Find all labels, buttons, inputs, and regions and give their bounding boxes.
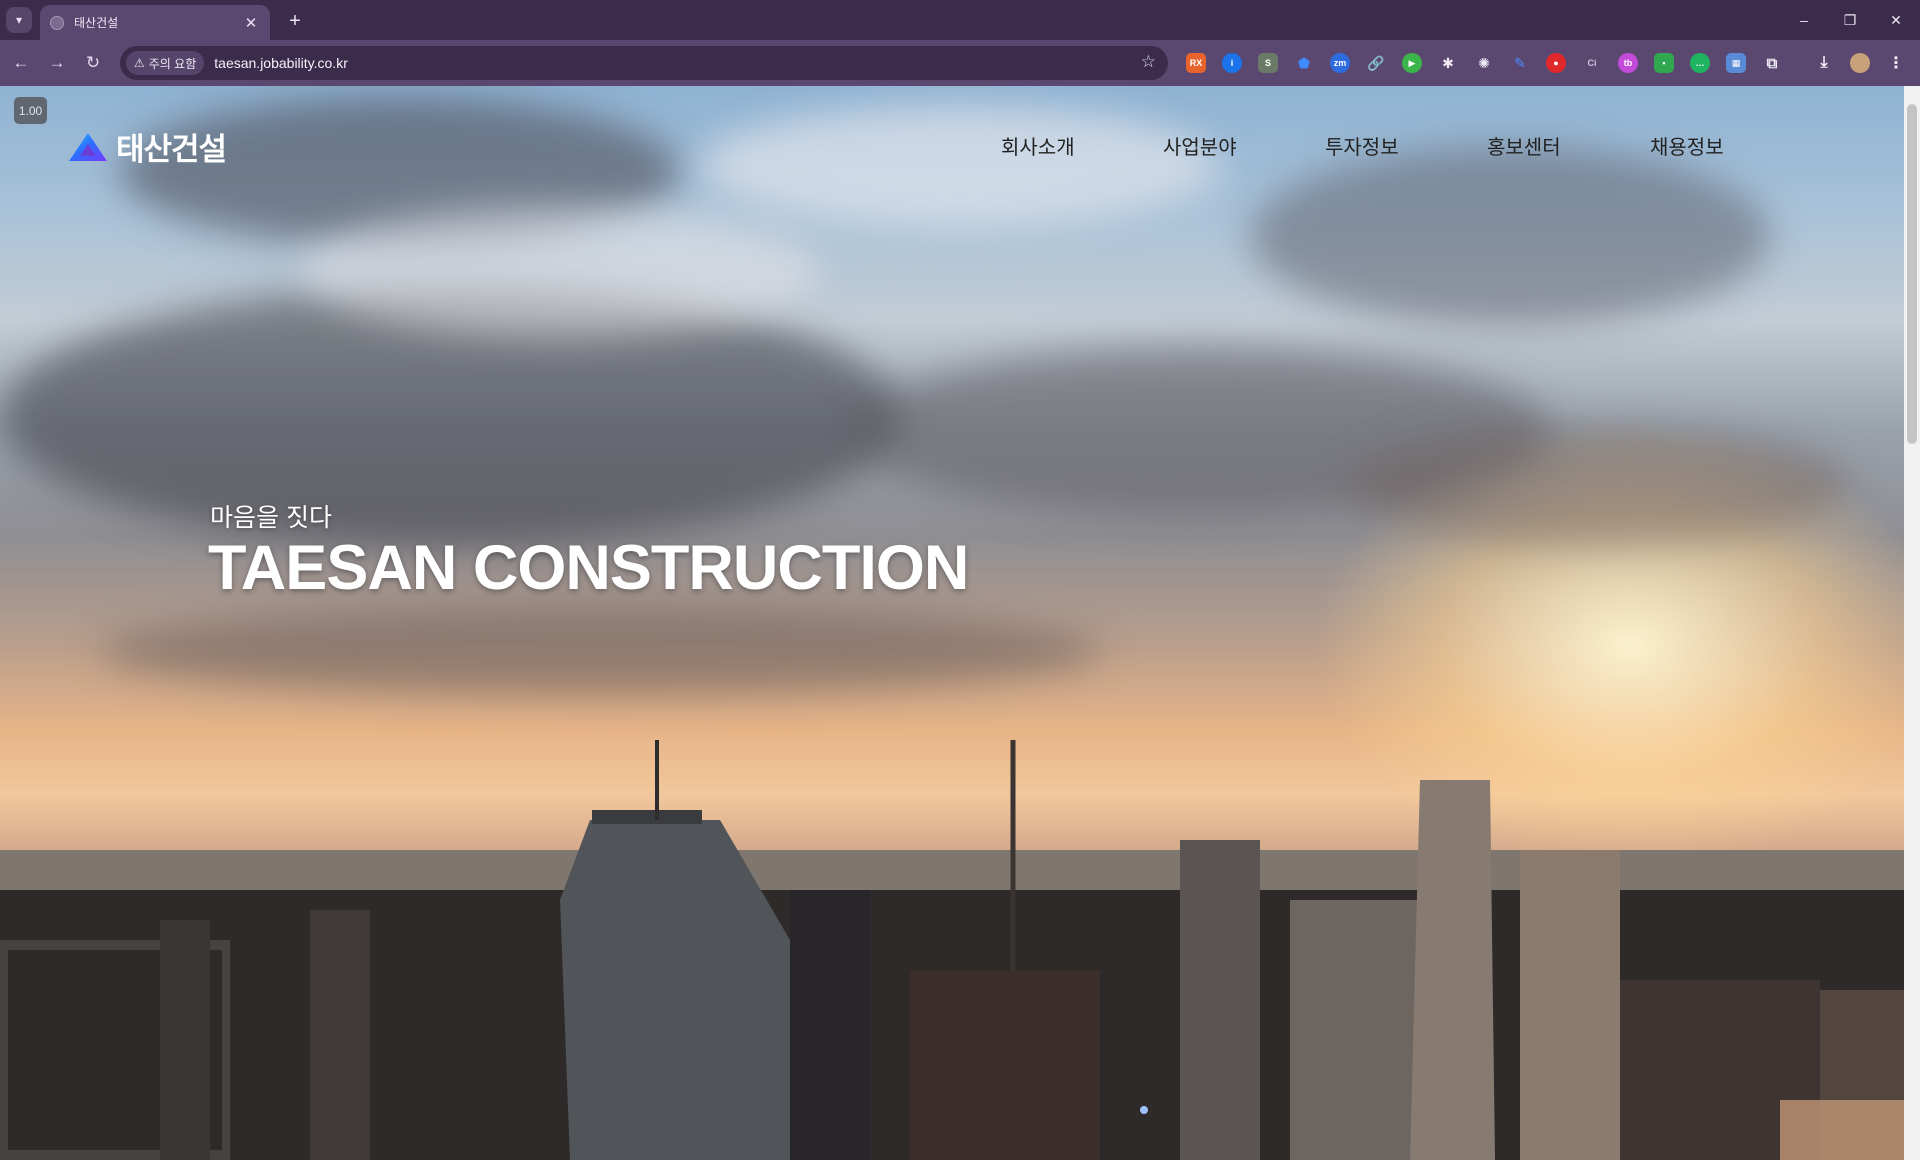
hero-title: TAESAN CONSTRUCTION: [208, 533, 969, 603]
extension-gear-icon[interactable]: ✱: [1438, 53, 1458, 73]
extension-ci-icon[interactable]: Ci: [1582, 53, 1602, 73]
cloud-shape: [700, 106, 1220, 226]
page-viewport: 1.00 태산건설 회사소개 사업분야 투자정보 홍보센터 채용정보 마음을 짓…: [0, 86, 1920, 1160]
vertical-scrollbar[interactable]: [1904, 86, 1920, 1160]
scrollbar-thumb[interactable]: [1907, 104, 1917, 444]
hero-section: [0, 86, 1904, 1160]
city-skyline-image: [0, 740, 1904, 1160]
extension-shield-icon[interactable]: ⬟: [1294, 53, 1314, 73]
extension-link-icon[interactable]: 🔗: [1366, 53, 1386, 73]
browser-toolbar: ← → ↻ ⚠ 주의 요함 taesan.jobability.co.kr ☆ …: [0, 40, 1920, 86]
site-favicon-icon: [50, 15, 64, 30]
cloud-shape: [300, 206, 820, 336]
browser-menu-icon[interactable]: ⋮: [1886, 53, 1906, 73]
extension-play-icon[interactable]: ▶: [1402, 53, 1422, 73]
nav-pr-center[interactable]: 홍보센터: [1487, 131, 1561, 160]
site-logo[interactable]: 태산건설: [68, 124, 227, 169]
close-window-button[interactable]: ✕: [1874, 0, 1918, 40]
restore-button[interactable]: ❐: [1828, 0, 1872, 40]
nav-business-area[interactable]: 사업분야: [1163, 131, 1237, 160]
extension-doc-icon[interactable]: ▦: [1726, 53, 1746, 73]
nav-investment-info[interactable]: 투자정보: [1325, 131, 1399, 160]
tab-title: 태산건설: [74, 16, 119, 30]
cloud-shape: [1250, 146, 1770, 326]
new-tab-button[interactable]: +: [282, 8, 308, 34]
profile-avatar[interactable]: [1850, 53, 1870, 73]
reload-button[interactable]: ↻: [80, 50, 106, 76]
minimize-button[interactable]: –: [1782, 0, 1826, 40]
extension-record-icon[interactable]: ●: [1546, 53, 1566, 73]
tab-close-icon[interactable]: ✕: [242, 14, 260, 32]
extension-rx-icon[interactable]: RX: [1186, 53, 1206, 73]
browser-tab-active[interactable]: 태산건설 ✕: [40, 5, 270, 40]
extension-tb-icon[interactable]: tb: [1618, 53, 1638, 73]
security-chip[interactable]: ⚠ 주의 요함: [126, 51, 205, 75]
download-icon[interactable]: ⤓: [1814, 53, 1834, 73]
security-chip-label: 주의 요함: [148, 56, 197, 71]
extension-info-icon[interactable]: i: [1222, 53, 1242, 73]
cloud-shape: [100, 606, 1100, 696]
hero-subtitle: 마음을 짓다: [210, 504, 332, 532]
nav-recruitment[interactable]: 채용정보: [1650, 131, 1724, 160]
indicator-dot: [1140, 1106, 1148, 1114]
extension-pen-icon[interactable]: ✎: [1510, 53, 1530, 73]
tab-search-button[interactable]: ▾: [6, 7, 32, 33]
url-text[interactable]: taesan.jobability.co.kr: [214, 55, 348, 71]
browser-tab-strip: ▾ 태산건설 ✕ + – ❐ ✕: [0, 0, 1920, 40]
cloud-shape: [1350, 426, 1850, 546]
nav-company-intro[interactable]: 회사소개: [1001, 131, 1075, 160]
logo-text: 태산건설: [116, 132, 227, 167]
extension-s-icon[interactable]: S: [1258, 53, 1278, 73]
extension-sun-icon[interactable]: ✺: [1474, 53, 1494, 73]
extension-zm-icon[interactable]: zm: [1330, 53, 1350, 73]
logo-mountain-icon: [69, 132, 107, 161]
forward-button[interactable]: →: [44, 50, 70, 76]
extension-chat-icon[interactable]: …: [1690, 53, 1710, 73]
address-bar[interactable]: ⚠ 주의 요함 taesan.jobability.co.kr ☆: [120, 46, 1168, 80]
warning-icon: ⚠: [134, 56, 145, 70]
zoom-level-badge: 1.00: [14, 97, 47, 124]
back-button[interactable]: ←: [8, 50, 34, 76]
extension-card-icon[interactable]: ▪: [1654, 53, 1674, 73]
bookmark-star-icon[interactable]: ☆: [1141, 52, 1156, 72]
extensions-puzzle-icon[interactable]: ⧉: [1762, 53, 1782, 73]
